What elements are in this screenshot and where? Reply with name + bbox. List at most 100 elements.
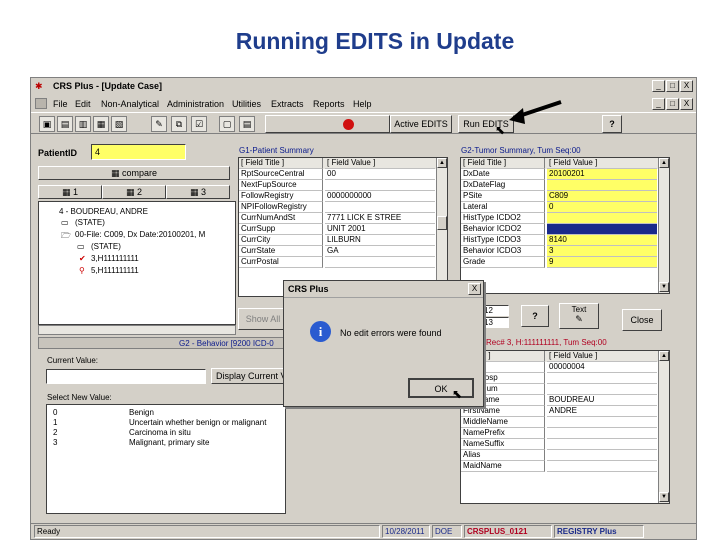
child-minimize-button[interactable]: _ [652, 98, 665, 110]
show-all-button[interactable]: Show All [238, 308, 288, 330]
tree-state-node-1[interactable]: (STATE) [75, 218, 105, 227]
scroll-thumb[interactable] [437, 216, 447, 230]
field-title: Behavior ICDO2 [461, 224, 545, 235]
option-label[interactable]: Benign [129, 408, 154, 417]
option-code[interactable]: 3 [53, 438, 57, 447]
table-row[interactable]: FollowRegistry 0000000000 [239, 191, 447, 202]
menu-non-analytical[interactable]: Non-Analytical [101, 99, 159, 109]
active-edits-button[interactable]: Active EDITS [390, 115, 452, 133]
table-row[interactable]: etentNum [461, 384, 669, 395]
edits-light-icon[interactable] [265, 115, 390, 133]
tree-record-3[interactable]: 3,H111111111 [91, 254, 139, 263]
display-current-button[interactable]: Display Current V [211, 368, 291, 384]
table-row[interactable]: Lateral 0 [461, 202, 669, 213]
table-row[interactable]: NPIFollowRegistry [239, 202, 447, 213]
tree-state-node-2[interactable]: (STATE) [91, 242, 121, 251]
table-row[interactable]: CurrState GA [239, 246, 447, 257]
menu-extracts[interactable]: Extracts [271, 99, 304, 109]
child-restore-button[interactable]: □ [666, 98, 679, 110]
close-window-button[interactable]: X [680, 80, 693, 92]
table-row[interactable]: ltelDHosp [461, 373, 669, 384]
table-row[interactable]: MiddleName [461, 417, 669, 428]
table-row[interactable]: HistType ICDO3 8140 [461, 235, 669, 246]
minimize-button[interactable]: _ [652, 80, 665, 92]
spin-field-1[interactable]: 12 [481, 305, 509, 316]
checklist-icon[interactable]: ☑ [191, 116, 207, 132]
table-row[interactable]: Behavior ICDO3 3 [461, 246, 669, 257]
table-row[interactable]: DxDate 20100201 [461, 169, 669, 180]
compare-button[interactable]: ▦ compare [38, 166, 230, 180]
print-icon[interactable]: ▧ [111, 116, 127, 132]
table-row[interactable]: CurrSupp UNIT 2001 [239, 224, 447, 235]
patient-tree[interactable]: 4 - BOUDREAU, ANDRE ▭ (STATE) 🗁 00-File:… [38, 201, 236, 325]
table-row[interactable]: NamePrefix [461, 428, 669, 439]
behavior-options-list[interactable]: 0 Benign 1 Uncertain whether benign or m… [46, 404, 286, 514]
document-icon[interactable]: ▢ [219, 116, 235, 132]
table-row[interactable]: NextFupSource [239, 180, 447, 191]
scroll-up-arrow-icon[interactable]: ▲ [659, 351, 669, 361]
tab-2[interactable]: ▦ 2 [102, 185, 166, 199]
table-row[interactable]: Alias [461, 450, 669, 461]
option-label[interactable]: Carcinoma in situ [129, 428, 191, 437]
table-row[interactable]: DxDateFlag [461, 180, 669, 191]
menu-utilities[interactable]: Utilities [232, 99, 261, 109]
option-label[interactable]: Uncertain whether benign or malignant [129, 418, 266, 427]
patient-id-input[interactable]: 4 [91, 144, 186, 160]
tree-record-5[interactable]: 5,H111111111 [91, 266, 139, 275]
tree-hscroll[interactable] [38, 325, 236, 335]
table-row[interactable]: LastNameBOUDREAU [461, 395, 669, 406]
tab-3[interactable]: ▦ 3 [166, 185, 230, 199]
edit-form-icon[interactable]: ✎ [151, 116, 167, 132]
menu-help[interactable]: Help [353, 99, 372, 109]
dialog-close-button[interactable]: X [468, 283, 481, 295]
patient-search-icon[interactable]: ▣ [39, 116, 55, 132]
current-value-input[interactable] [46, 369, 206, 384]
menu-reports[interactable]: Reports [313, 99, 345, 109]
tab-1[interactable]: ▦ 1 [38, 185, 102, 199]
scroll-up-arrow-icon[interactable]: ▲ [659, 158, 669, 168]
table-row[interactable]: Grade 9 [461, 257, 669, 268]
summary-scrollbar[interactable]: ▲ ▼ [436, 158, 447, 296]
fields-scrollbar[interactable]: ▲ ▼ [658, 351, 669, 503]
close-button[interactable]: Close [622, 309, 662, 331]
grid-icon[interactable]: ▦ [93, 116, 109, 132]
help-button[interactable]: ? [602, 115, 622, 133]
table-row[interactable]: CurrNumAndSt 7771 LICK E STREE [239, 213, 447, 224]
table-row[interactable]: CurrPostal [239, 257, 447, 268]
child-close-button[interactable]: X [680, 98, 693, 110]
table-row[interactable]: HistType ICDO2 [461, 213, 669, 224]
spin-field-2[interactable]: 13 [481, 317, 509, 328]
option-code[interactable]: 0 [53, 408, 57, 417]
table-row[interactable]: ntID00000004 [461, 362, 669, 373]
table-row[interactable]: FirstName ANDRE [461, 406, 669, 417]
table-row[interactable]: NameSuffix [461, 439, 669, 450]
tree-file-node[interactable]: 00-File: C009, Dx Date:20100201, M [75, 230, 205, 239]
ok-button[interactable]: OK [408, 378, 474, 398]
option-code[interactable]: 1 [53, 418, 57, 427]
scroll-down-arrow-icon[interactable]: ▼ [659, 282, 669, 292]
save-icon[interactable]: ▤ [239, 116, 255, 132]
report-icon[interactable]: ▥ [75, 116, 91, 132]
help-glyph-button[interactable]: ? [521, 305, 549, 327]
menu-file[interactable]: File [53, 99, 68, 109]
scroll-up-arrow-icon[interactable]: ▲ [437, 158, 447, 168]
table-row[interactable]: PSite C809 [461, 191, 669, 202]
text-button[interactable]: Text ✎ [559, 303, 599, 329]
table-row[interactable]: CurrCity LILBURN [239, 235, 447, 246]
copy-icon[interactable]: ⧉ [171, 116, 187, 132]
table-row-selected[interactable]: Behavior ICDO2 [461, 224, 669, 235]
option-label[interactable]: Malignant, primary site [129, 438, 209, 447]
scroll-down-arrow-icon[interactable]: ▼ [659, 492, 669, 502]
maximize-button[interactable]: □ [666, 80, 679, 92]
table-row[interactable]: MaidName [461, 461, 669, 472]
menu-edit[interactable]: Edit [75, 99, 91, 109]
option-code[interactable]: 2 [53, 428, 57, 437]
tumor-grid[interactable]: [ Field Title ] [ Field Value ] DxDate 20… [460, 157, 670, 294]
tree-patient-node[interactable]: 4 - BOUDREAU, ANDRE [59, 207, 148, 216]
patient-list-icon[interactable]: ▤ [57, 116, 73, 132]
menu-administration[interactable]: Administration [167, 99, 224, 109]
fields-grid[interactable]: ld Title ] [ Field Value ] ntID00000004 … [460, 350, 670, 504]
summary-grid[interactable]: [ Field Title ] [ Field Value ] RptSourc… [238, 157, 448, 297]
tumor-scrollbar[interactable]: ▲ ▼ [658, 158, 669, 293]
table-row[interactable]: RptSourceCentral 00 [239, 169, 447, 180]
